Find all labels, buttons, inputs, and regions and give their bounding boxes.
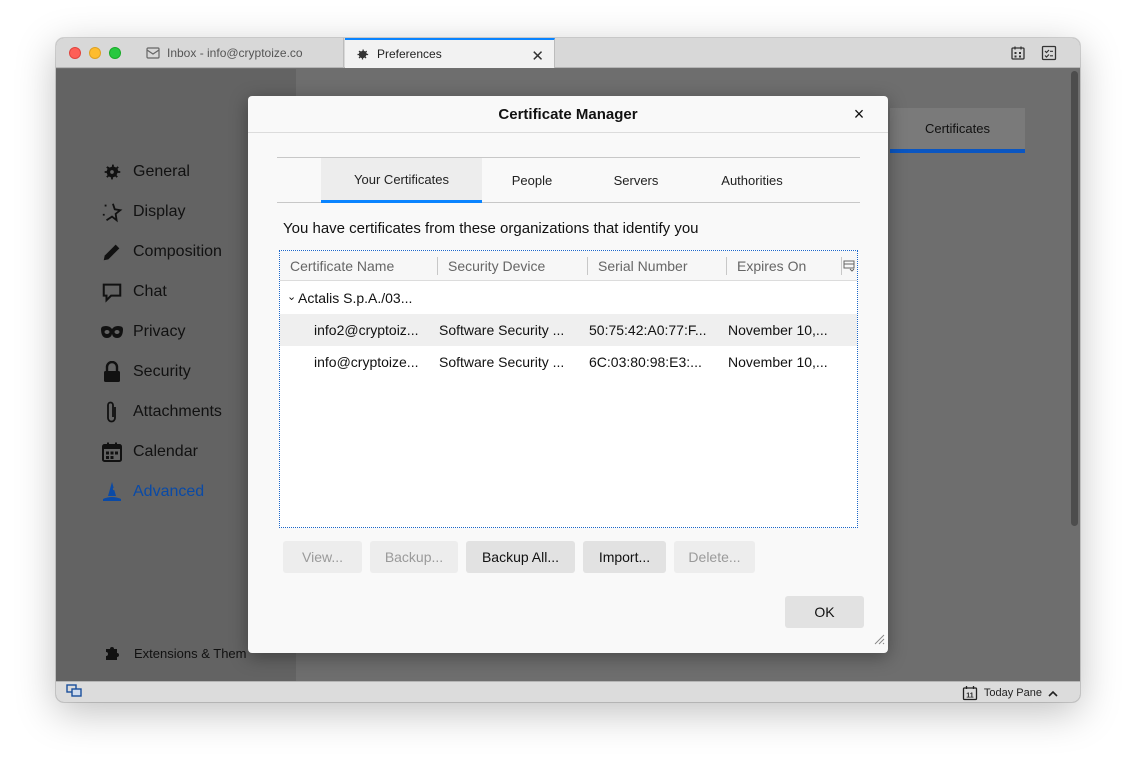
gear-icon: [100, 160, 124, 184]
certificate-manager-dialog: Certificate Manager × Your Certificates …: [248, 96, 888, 653]
mail-icon: [146, 47, 160, 59]
mask-icon: [100, 320, 124, 344]
ok-button[interactable]: OK: [785, 596, 864, 628]
tab-people[interactable]: People: [489, 158, 575, 202]
today-pane-toggle[interactable]: 11 Today Pane: [962, 685, 1058, 701]
sidebar-item-privacy[interactable]: Privacy: [100, 320, 185, 344]
column-serial-number[interactable]: Serial Number: [598, 258, 687, 274]
title-bar: Inbox - info@cryptoize.co Preferences ✕: [56, 38, 1080, 68]
window-maximize-button[interactable]: [109, 47, 121, 59]
sidebar-item-security[interactable]: Security: [100, 360, 191, 384]
cell-serial-number: 50:75:42:A0:77:F...: [589, 322, 707, 338]
tab-your-certificates[interactable]: Your Certificates: [321, 158, 482, 203]
tab-inbox-label: Inbox - info@cryptoize.co: [167, 46, 303, 60]
sidebar-extensions-label: Extensions & Them: [134, 645, 247, 661]
tab-inbox[interactable]: Inbox - info@cryptoize.co: [136, 38, 344, 68]
sidebar-item-composition[interactable]: Composition: [100, 240, 222, 264]
table-row[interactable]: info2@cryptoiz... Software Security ... …: [280, 314, 857, 346]
import-button[interactable]: Import...: [583, 541, 666, 573]
tasks-icon[interactable]: [1041, 45, 1057, 61]
wizard-icon: [100, 480, 124, 504]
network-status-icon[interactable]: [66, 684, 82, 701]
sidebar-item-label: Privacy: [133, 323, 186, 340]
cell-security-device: Software Security ...: [439, 354, 565, 370]
cell-expires-on: November 10,...: [728, 354, 828, 370]
chevron-down-icon[interactable]: ⌄: [287, 290, 296, 303]
column-expires-on[interactable]: Expires On: [737, 258, 806, 274]
sidebar-item-label: Advanced: [133, 483, 205, 500]
puzzle-icon: [104, 645, 120, 661]
display-icon: [100, 200, 124, 224]
cell-certificate-name: info@cryptoize...: [314, 354, 419, 370]
chevron-up-icon: [1048, 690, 1058, 697]
sidebar-item-advanced[interactable]: Advanced: [100, 480, 204, 504]
delete-button[interactable]: Delete...: [674, 541, 755, 573]
tab-preferences-label: Preferences: [377, 47, 442, 61]
sidebar-item-attachments[interactable]: Attachments: [100, 400, 222, 424]
paperclip-icon: [100, 400, 124, 424]
backup-all-button[interactable]: Backup All...: [466, 541, 575, 573]
pencil-icon: [100, 240, 124, 264]
tab-servers[interactable]: Servers: [597, 158, 675, 202]
column-picker-icon[interactable]: [843, 259, 855, 277]
tree-header: Certificate Name Security Device Serial …: [280, 251, 857, 281]
close-icon[interactable]: ×: [850, 104, 868, 124]
column-separator[interactable]: [437, 257, 438, 275]
sidebar-item-label: Security: [133, 363, 191, 380]
sidebar-item-label: Calendar: [133, 443, 198, 460]
sidebar-item-label: Composition: [133, 243, 222, 260]
chat-icon: [100, 280, 124, 304]
calendar-icon[interactable]: [1010, 45, 1026, 61]
column-separator[interactable]: [726, 257, 727, 275]
window-minimize-button[interactable]: [89, 47, 101, 59]
cell-expires-on: November 10,...: [728, 322, 828, 338]
group-label: Actalis S.p.A./03...: [298, 290, 413, 306]
gear-icon: [355, 47, 370, 62]
view-button[interactable]: View...: [283, 541, 362, 573]
sidebar-item-label: Attachments: [133, 403, 222, 420]
certificate-tabs: Your Certificates People Servers Authori…: [277, 157, 860, 203]
column-separator[interactable]: [587, 257, 588, 275]
column-separator[interactable]: [841, 257, 842, 275]
calendar-icon: 11: [962, 685, 978, 701]
close-icon[interactable]: ✕: [531, 47, 544, 65]
content-scrollbar[interactable]: [1071, 71, 1078, 526]
sidebar-item-label: General: [133, 163, 190, 180]
resize-grip-icon[interactable]: [873, 632, 885, 650]
calendar-icon: [100, 440, 124, 464]
sidebar-item-general[interactable]: General: [100, 160, 190, 184]
dialog-header: Certificate Manager ×: [248, 96, 888, 133]
backup-button[interactable]: Backup...: [370, 541, 458, 573]
column-certificate-name[interactable]: Certificate Name: [290, 258, 394, 274]
sidebar-item-calendar[interactable]: Calendar: [100, 440, 198, 464]
tab-preferences[interactable]: Preferences ✕: [345, 38, 555, 68]
intro-text: You have certificates from these organiz…: [283, 220, 699, 237]
status-bar: 11 Today Pane: [56, 681, 1080, 702]
tab-certificates[interactable]: Certificates: [890, 108, 1025, 153]
today-pane-label: Today Pane: [983, 687, 1042, 699]
tab-authorities[interactable]: Authorities: [705, 158, 799, 202]
today-icon-day: 11: [966, 693, 974, 700]
table-row[interactable]: info@cryptoize... Software Security ... …: [280, 346, 857, 378]
column-security-device[interactable]: Security Device: [448, 258, 545, 274]
window-close-button[interactable]: [69, 47, 81, 59]
cell-security-device: Software Security ...: [439, 322, 565, 338]
sidebar-item-chat[interactable]: Chat: [100, 280, 167, 304]
sidebar-item-display[interactable]: Display: [100, 200, 185, 224]
sidebar-item-label: Display: [133, 203, 186, 220]
cell-certificate-name: info2@cryptoiz...: [314, 322, 419, 338]
sidebar-item-label: Chat: [133, 283, 167, 300]
tab-certificates-label: Certificates: [924, 121, 991, 136]
tree-group-row[interactable]: ⌄ Actalis S.p.A./03...: [280, 282, 857, 314]
dialog-title: Certificate Manager: [498, 106, 638, 123]
cell-serial-number: 6C:03:80:98:E3:...: [589, 354, 702, 370]
sidebar-item-extensions[interactable]: Extensions & Them: [104, 645, 246, 661]
certificate-tree[interactable]: Certificate Name Security Device Serial …: [279, 250, 858, 528]
lock-icon: [100, 360, 124, 384]
